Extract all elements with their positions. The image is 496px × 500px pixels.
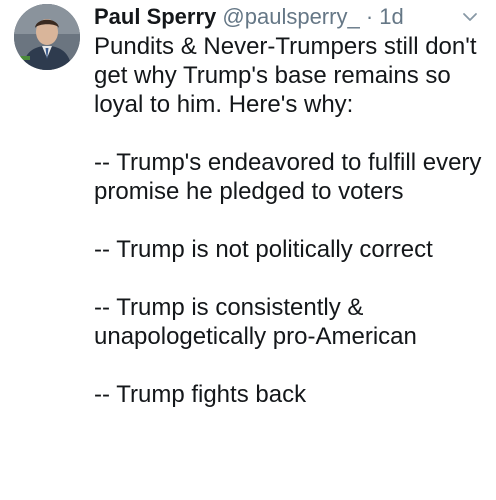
tweet-timestamp[interactable]: 1d — [379, 4, 403, 29]
tweet[interactable]: Paul Sperry @paulsperry_ · 1d Pundits & … — [0, 0, 496, 500]
avatar[interactable] — [14, 4, 80, 70]
tweet-text: Pundits & Never-Trumpers still don't get… — [94, 32, 490, 409]
tweet-paragraph-pro-american: -- Trump is consistently & unapologetica… — [94, 294, 417, 350]
tweet-paragraph-intro: Pundits & Never-Trumpers still don't get… — [94, 33, 477, 118]
author-name[interactable]: Paul Sperry — [94, 4, 216, 29]
separator-dot: · — [365, 4, 374, 29]
tweet-paragraph-promises: -- Trump's endeavored to fulfill every p… — [94, 149, 482, 205]
tweet-header: Paul Sperry @paulsperry_ · 1d — [94, 2, 404, 32]
avatar-image — [14, 4, 80, 70]
chevron-down-icon[interactable] — [460, 10, 480, 24]
tweet-paragraph-fights-back: -- Trump fights back — [94, 381, 307, 408]
author-handle[interactable]: @paulsperry_ — [222, 4, 359, 29]
tweet-paragraph-not-pc: -- Trump is not politically correct — [94, 236, 433, 263]
